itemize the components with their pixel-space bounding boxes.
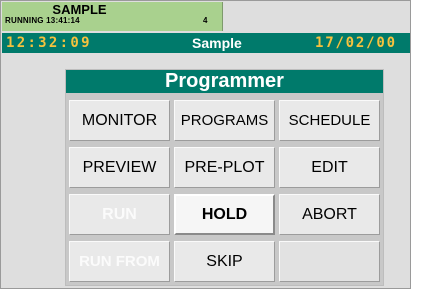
title-bar: 12:32:09 Sample 17/02/00: [2, 33, 410, 53]
status-program-name: SAMPLE: [52, 2, 107, 17]
batch-name: Sample: [192, 35, 242, 51]
monitor-button[interactable]: MONITOR: [69, 100, 170, 141]
display-screen: SAMPLE RUNNING 13:41:14 4 12:32:09 Sampl…: [0, 0, 411, 289]
empty-button-slot: [279, 241, 380, 282]
clock-time: 12:32:09: [6, 35, 92, 51]
programmer-menu: Programmer MONITOR PROGRAMS SCHEDULE PRE…: [65, 69, 384, 286]
status-panel: SAMPLE RUNNING 13:41:14 4: [2, 2, 223, 31]
status-count: 4: [203, 16, 208, 25]
status-running-time: RUNNING 13:41:14: [5, 16, 80, 25]
hold-button[interactable]: HOLD: [174, 194, 275, 235]
run-from-button[interactable]: RUN FROM: [69, 241, 170, 282]
clock-date: 17/02/00: [315, 35, 397, 51]
pre-plot-button[interactable]: PRE-PLOT: [174, 147, 275, 188]
edit-button[interactable]: EDIT: [279, 147, 380, 188]
menu-title: Programmer: [66, 70, 383, 93]
schedule-button[interactable]: SCHEDULE: [279, 100, 380, 141]
skip-button[interactable]: SKIP: [174, 241, 275, 282]
run-button[interactable]: RUN: [69, 194, 170, 235]
abort-button[interactable]: ABORT: [279, 194, 380, 235]
programs-button[interactable]: PROGRAMS: [174, 100, 275, 141]
preview-button[interactable]: PREVIEW: [69, 147, 170, 188]
